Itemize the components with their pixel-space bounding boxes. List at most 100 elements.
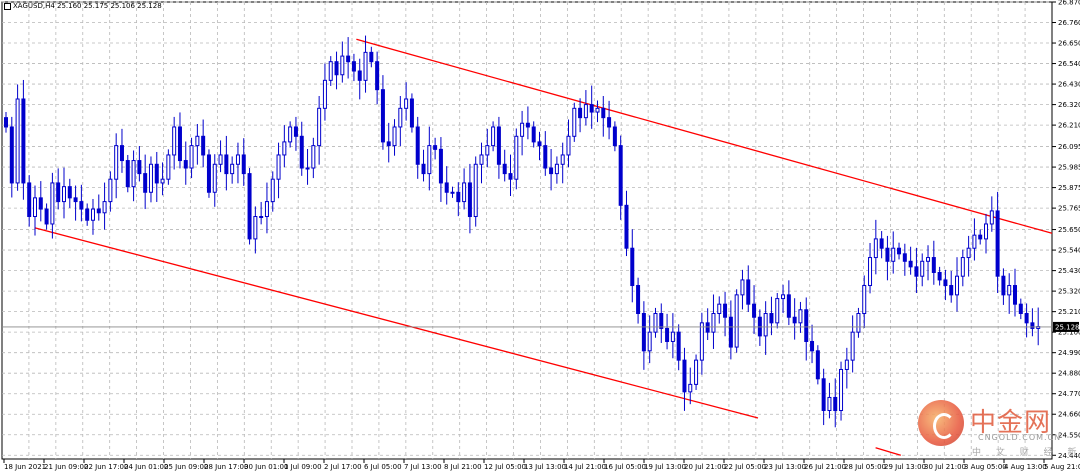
- current-price-label: 25.128: [1055, 323, 1080, 331]
- candle-body: [566, 135, 571, 156]
- candle-body: [375, 61, 380, 91]
- x-tick-label: 7 Jul 13:00: [404, 463, 442, 471]
- candle-body: [21, 98, 26, 184]
- candle-body: [293, 126, 298, 137]
- y-tick-label: 25.650: [1058, 226, 1080, 234]
- candle-body: [96, 208, 101, 214]
- candle-body: [38, 197, 43, 210]
- upper-channel-line: [356, 38, 1053, 234]
- chart-grid: [1, 1, 1053, 460]
- candle-body: [1001, 275, 1006, 296]
- candle-body: [166, 154, 171, 180]
- candle-body: [827, 396, 832, 412]
- candle-body: [195, 135, 200, 147]
- candle-body: [334, 61, 339, 76]
- candle-body: [438, 148, 443, 184]
- x-tick-label: 21 Jun 09:00: [44, 463, 88, 471]
- candle-body: [943, 279, 948, 287]
- candle-body: [914, 266, 919, 277]
- candle-body: [531, 126, 536, 143]
- y-tick-label: 24.990: [1058, 349, 1080, 357]
- candle-body: [299, 135, 304, 169]
- candle-body: [856, 313, 861, 333]
- candle-body: [972, 234, 977, 249]
- candle-body: [549, 167, 554, 175]
- x-tick-label: 16 Jul 05:00: [604, 463, 646, 471]
- candle-body: [125, 160, 130, 188]
- candle-body: [537, 141, 542, 147]
- candle-body: [148, 163, 153, 193]
- candle-body: [647, 331, 652, 352]
- candle-body: [421, 163, 426, 175]
- candle-body: [560, 154, 565, 165]
- candle-body: [253, 216, 258, 240]
- candle-body: [50, 182, 55, 225]
- candle-body: [525, 122, 530, 128]
- candle-body: [879, 238, 884, 249]
- candle-body: [351, 61, 356, 72]
- candle-body: [276, 154, 281, 180]
- x-tick-label: 28 Jun 17:00: [204, 463, 248, 471]
- current-price-marker: 25.128: [2, 321, 1080, 332]
- candle-body: [224, 154, 229, 175]
- candle-body: [1018, 303, 1023, 315]
- y-tick-label: 24.770: [1058, 390, 1080, 398]
- candle-body: [85, 208, 90, 221]
- candle-body: [369, 51, 374, 63]
- candle-body: [241, 154, 246, 175]
- candle-body: [752, 303, 757, 318]
- x-tick-label: 13 Jul 13:00: [524, 463, 566, 471]
- candle-body: [676, 331, 681, 361]
- y-tick-label: 25.765: [1058, 205, 1080, 213]
- candle-body: [404, 98, 409, 109]
- candle-body: [740, 279, 745, 296]
- y-tick-label: 26.870: [1058, 0, 1080, 7]
- candle-body: [137, 160, 142, 175]
- candle-body: [27, 182, 32, 218]
- candle-body: [960, 257, 965, 277]
- candle-body: [601, 107, 606, 119]
- candle-body: [612, 126, 617, 147]
- candle-body: [398, 107, 403, 128]
- candle-body: [357, 70, 362, 81]
- candle-body: [119, 145, 124, 162]
- x-tick-label: 2 Jul 17:00: [324, 463, 362, 471]
- candle-body: [728, 316, 733, 348]
- candle-body: [833, 396, 838, 412]
- candle-body: [218, 154, 223, 165]
- x-tick-label: 30 Jun 01:00: [244, 463, 288, 471]
- candle-body: [618, 145, 623, 206]
- candle-body: [502, 163, 507, 175]
- y-tick-label: 25.540: [1058, 247, 1080, 255]
- candle-body: [264, 201, 269, 218]
- candle-body: [659, 313, 664, 329]
- candle-body: [792, 316, 797, 324]
- candle-body: [311, 145, 316, 169]
- candle-body: [172, 126, 177, 156]
- candle-body: [1013, 285, 1018, 305]
- candle-body: [56, 182, 61, 203]
- x-tick-label: 24 Jun 01:00: [124, 463, 168, 471]
- candle-body: [850, 331, 855, 361]
- candle-body: [1030, 322, 1035, 329]
- candle-body: [444, 182, 449, 193]
- candle-body: [450, 191, 455, 194]
- candle-body: [392, 126, 397, 147]
- watermark: 中金网 CNGOLD.COM.CN 中 文 财 经 新 媒 体: [918, 398, 1080, 468]
- candle-body: [572, 107, 577, 137]
- candle-body: [189, 145, 194, 169]
- watermark-sub-text: 中 文 财 经 新 媒 体: [972, 448, 1080, 458]
- candle-body: [160, 178, 165, 184]
- candle-body: [966, 247, 971, 259]
- candle-body: [9, 126, 14, 184]
- candle-body: [1024, 313, 1029, 324]
- candle-body: [641, 313, 646, 352]
- candle-body: [554, 163, 559, 175]
- candle-body: [984, 223, 989, 240]
- x-tick-label: 22 Jun 17:00: [84, 463, 128, 471]
- y-tick-label: 26.095: [1058, 143, 1080, 151]
- symbol-info-text: XAGUSD,H4 25.160 25.175 25.106 25.128: [13, 2, 162, 10]
- candle-body: [682, 359, 687, 393]
- candle-body: [4, 117, 8, 128]
- candle-body: [508, 173, 513, 180]
